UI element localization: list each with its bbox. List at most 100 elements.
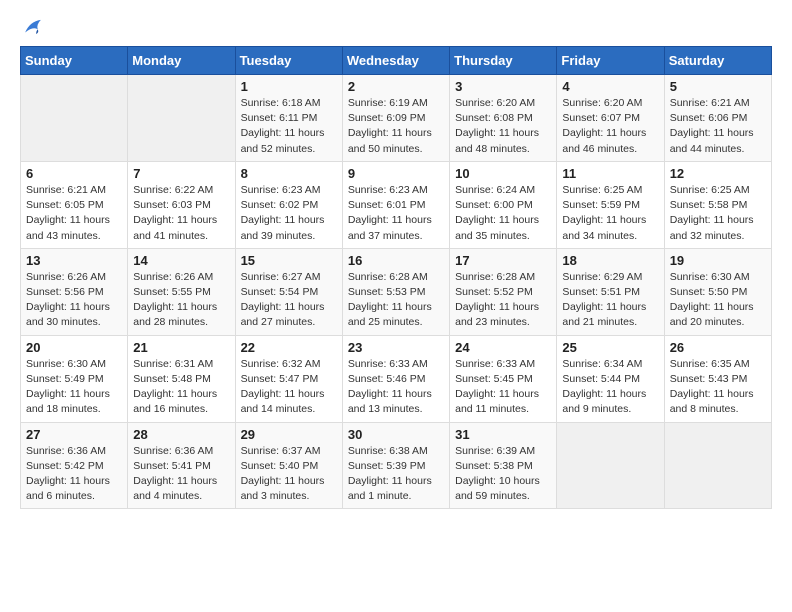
day-info: Sunrise: 6:21 AMSunset: 6:05 PMDaylight:… <box>26 183 122 244</box>
weekday-header-tuesday: Tuesday <box>235 47 342 75</box>
day-number: 3 <box>455 79 551 94</box>
weekday-header-wednesday: Wednesday <box>342 47 449 75</box>
day-number: 9 <box>348 166 444 181</box>
day-info: Sunrise: 6:37 AMSunset: 5:40 PMDaylight:… <box>241 444 337 505</box>
day-info: Sunrise: 6:22 AMSunset: 6:03 PMDaylight:… <box>133 183 229 244</box>
day-cell: 18 Sunrise: 6:29 AMSunset: 5:51 PMDayligh… <box>557 248 664 335</box>
logo <box>20 16 44 36</box>
week-row-1: 1 Sunrise: 6:18 AMSunset: 6:11 PMDaylight… <box>21 75 772 162</box>
day-cell: 21 Sunrise: 6:31 AMSunset: 5:48 PMDayligh… <box>128 335 235 422</box>
day-number: 4 <box>562 79 658 94</box>
day-number: 22 <box>241 340 337 355</box>
day-info: Sunrise: 6:26 AMSunset: 5:55 PMDaylight:… <box>133 270 229 331</box>
week-row-3: 13 Sunrise: 6:26 AMSunset: 5:56 PMDayligh… <box>21 248 772 335</box>
day-number: 1 <box>241 79 337 94</box>
weekday-header-thursday: Thursday <box>450 47 557 75</box>
weekday-header-monday: Monday <box>128 47 235 75</box>
day-cell: 9Sunrise: 6:23 AMSunset: 6:01 PMDaylight… <box>342 161 449 248</box>
day-cell: 30 Sunrise: 6:38 AMSunset: 5:39 PMDayligh… <box>342 422 449 509</box>
day-cell <box>557 422 664 509</box>
day-number: 18 <box>562 253 658 268</box>
day-cell: 6 Sunrise: 6:21 AMSunset: 6:05 PMDaylight… <box>21 161 128 248</box>
day-cell: 2 Sunrise: 6:19 AMSunset: 6:09 PMDaylight… <box>342 75 449 162</box>
day-number: 17 <box>455 253 551 268</box>
main-container: SundayMondayTuesdayWednesdayThursdayFrid… <box>0 0 792 519</box>
day-number: 2 <box>348 79 444 94</box>
day-cell: 4 Sunrise: 6:20 AMSunset: 6:07 PMDaylight… <box>557 75 664 162</box>
day-number: 10 <box>455 166 551 181</box>
day-info: Sunrise: 6:33 AMSunset: 5:45 PMDaylight:… <box>455 357 551 418</box>
day-info: Sunrise: 6:21 AMSunset: 6:06 PMDaylight:… <box>670 96 766 157</box>
day-cell: 3 Sunrise: 6:20 AMSunset: 6:08 PMDaylight… <box>450 75 557 162</box>
day-cell: 11Sunrise: 6:25 AMSunset: 5:59 PMDayligh… <box>557 161 664 248</box>
day-cell: 14 Sunrise: 6:26 AMSunset: 5:55 PMDayligh… <box>128 248 235 335</box>
day-info: Sunrise: 6:35 AMSunset: 5:43 PMDaylight:… <box>670 357 766 418</box>
day-number: 8 <box>241 166 337 181</box>
day-info: Sunrise: 6:19 AMSunset: 6:09 PMDaylight:… <box>348 96 444 157</box>
day-cell: 20Sunrise: 6:30 AMSunset: 5:49 PMDayligh… <box>21 335 128 422</box>
day-info: Sunrise: 6:26 AMSunset: 5:56 PMDaylight:… <box>26 270 122 331</box>
day-number: 5 <box>670 79 766 94</box>
day-number: 28 <box>133 427 229 442</box>
week-row-2: 6 Sunrise: 6:21 AMSunset: 6:05 PMDaylight… <box>21 161 772 248</box>
day-cell: 31Sunrise: 6:39 AMSunset: 5:38 PMDayligh… <box>450 422 557 509</box>
weekday-header-sunday: Sunday <box>21 47 128 75</box>
calendar-table: SundayMondayTuesdayWednesdayThursdayFrid… <box>20 46 772 509</box>
day-number: 21 <box>133 340 229 355</box>
day-info: Sunrise: 6:20 AMSunset: 6:07 PMDaylight:… <box>562 96 658 157</box>
day-cell: 25 Sunrise: 6:34 AMSunset: 5:44 PMDayligh… <box>557 335 664 422</box>
day-number: 29 <box>241 427 337 442</box>
day-cell: 8Sunrise: 6:23 AMSunset: 6:02 PMDaylight… <box>235 161 342 248</box>
day-number: 24 <box>455 340 551 355</box>
day-cell: 16Sunrise: 6:28 AMSunset: 5:53 PMDayligh… <box>342 248 449 335</box>
day-cell: 24 Sunrise: 6:33 AMSunset: 5:45 PMDayligh… <box>450 335 557 422</box>
day-info: Sunrise: 6:29 AMSunset: 5:51 PMDaylight:… <box>562 270 658 331</box>
day-cell <box>664 422 771 509</box>
day-cell: 23 Sunrise: 6:33 AMSunset: 5:46 PMDayligh… <box>342 335 449 422</box>
day-info: Sunrise: 6:38 AMSunset: 5:39 PMDaylight:… <box>348 444 444 505</box>
day-number: 20 <box>26 340 122 355</box>
day-number: 15 <box>241 253 337 268</box>
day-cell: 29 Sunrise: 6:37 AMSunset: 5:40 PMDayligh… <box>235 422 342 509</box>
day-info: Sunrise: 6:32 AMSunset: 5:47 PMDaylight:… <box>241 357 337 418</box>
day-cell: 22 Sunrise: 6:32 AMSunset: 5:47 PMDayligh… <box>235 335 342 422</box>
day-number: 6 <box>26 166 122 181</box>
header <box>20 16 772 36</box>
day-cell: 7 Sunrise: 6:22 AMSunset: 6:03 PMDaylight… <box>128 161 235 248</box>
day-cell: 19Sunrise: 6:30 AMSunset: 5:50 PMDayligh… <box>664 248 771 335</box>
day-cell: 12Sunrise: 6:25 AMSunset: 5:58 PMDayligh… <box>664 161 771 248</box>
day-cell: 13 Sunrise: 6:26 AMSunset: 5:56 PMDayligh… <box>21 248 128 335</box>
day-cell: 27Sunrise: 6:36 AMSunset: 5:42 PMDayligh… <box>21 422 128 509</box>
day-info: Sunrise: 6:36 AMSunset: 5:42 PMDaylight:… <box>26 444 122 505</box>
day-info: Sunrise: 6:20 AMSunset: 6:08 PMDaylight:… <box>455 96 551 157</box>
day-info: Sunrise: 6:28 AMSunset: 5:53 PMDaylight:… <box>348 270 444 331</box>
weekday-header-row: SundayMondayTuesdayWednesdayThursdayFrid… <box>21 47 772 75</box>
day-info: Sunrise: 6:34 AMSunset: 5:44 PMDaylight:… <box>562 357 658 418</box>
day-number: 13 <box>26 253 122 268</box>
day-cell: 26Sunrise: 6:35 AMSunset: 5:43 PMDayligh… <box>664 335 771 422</box>
day-number: 19 <box>670 253 766 268</box>
day-number: 23 <box>348 340 444 355</box>
day-number: 14 <box>133 253 229 268</box>
day-number: 25 <box>562 340 658 355</box>
day-cell <box>128 75 235 162</box>
day-info: Sunrise: 6:24 AMSunset: 6:00 PMDaylight:… <box>455 183 551 244</box>
day-info: Sunrise: 6:28 AMSunset: 5:52 PMDaylight:… <box>455 270 551 331</box>
day-info: Sunrise: 6:31 AMSunset: 5:48 PMDaylight:… <box>133 357 229 418</box>
day-info: Sunrise: 6:33 AMSunset: 5:46 PMDaylight:… <box>348 357 444 418</box>
week-row-4: 20Sunrise: 6:30 AMSunset: 5:49 PMDayligh… <box>21 335 772 422</box>
day-info: Sunrise: 6:36 AMSunset: 5:41 PMDaylight:… <box>133 444 229 505</box>
day-cell: 28 Sunrise: 6:36 AMSunset: 5:41 PMDayligh… <box>128 422 235 509</box>
day-cell: 5 Sunrise: 6:21 AMSunset: 6:06 PMDaylight… <box>664 75 771 162</box>
day-number: 12 <box>670 166 766 181</box>
day-number: 11 <box>562 166 658 181</box>
day-info: Sunrise: 6:18 AMSunset: 6:11 PMDaylight:… <box>241 96 337 157</box>
week-row-5: 27Sunrise: 6:36 AMSunset: 5:42 PMDayligh… <box>21 422 772 509</box>
day-cell: 1 Sunrise: 6:18 AMSunset: 6:11 PMDaylight… <box>235 75 342 162</box>
day-cell <box>21 75 128 162</box>
day-info: Sunrise: 6:27 AMSunset: 5:54 PMDaylight:… <box>241 270 337 331</box>
day-cell: 17 Sunrise: 6:28 AMSunset: 5:52 PMDayligh… <box>450 248 557 335</box>
day-number: 7 <box>133 166 229 181</box>
day-info: Sunrise: 6:39 AMSunset: 5:38 PMDaylight:… <box>455 444 551 505</box>
day-number: 30 <box>348 427 444 442</box>
